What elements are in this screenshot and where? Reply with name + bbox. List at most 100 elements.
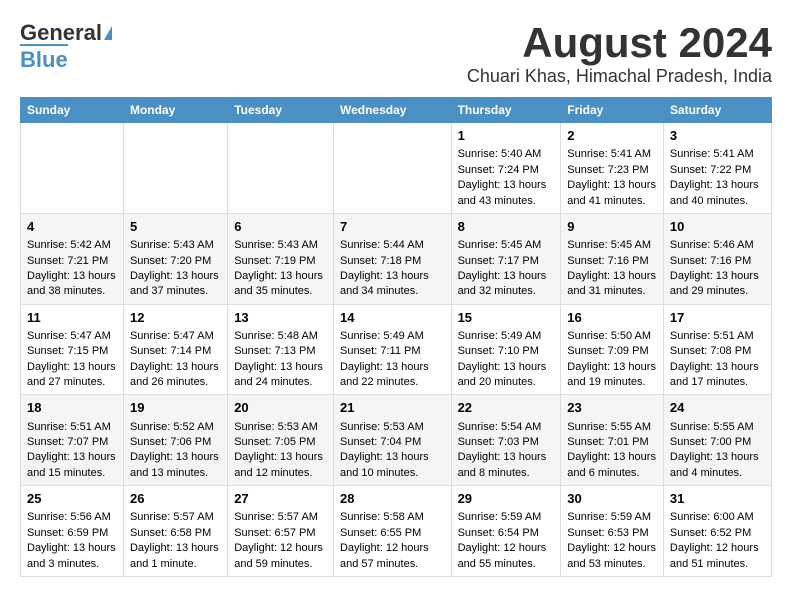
day-info: Sunset: 7:07 PM bbox=[27, 435, 117, 450]
day-number: 29 bbox=[458, 490, 555, 508]
day-info: Sunset: 6:59 PM bbox=[27, 526, 117, 541]
day-info: Sunrise: 5:58 AM bbox=[340, 510, 445, 525]
day-info: Daylight: 13 hours and 41 minutes. bbox=[567, 178, 657, 209]
day-number: 8 bbox=[458, 218, 555, 236]
calendar-cell: 21Sunrise: 5:53 AMSunset: 7:04 PMDayligh… bbox=[333, 395, 451, 486]
day-number: 1 bbox=[458, 127, 555, 145]
day-info: Sunrise: 5:51 AM bbox=[670, 329, 765, 344]
day-info: Sunset: 7:16 PM bbox=[670, 254, 765, 269]
logo-triangle-icon bbox=[104, 26, 112, 40]
day-info: Sunset: 7:18 PM bbox=[340, 254, 445, 269]
day-info: Sunrise: 5:56 AM bbox=[27, 510, 117, 525]
day-info: Daylight: 13 hours and 35 minutes. bbox=[234, 269, 327, 300]
day-info: Sunrise: 5:47 AM bbox=[27, 329, 117, 344]
day-number: 4 bbox=[27, 218, 117, 236]
day-info: Sunset: 7:01 PM bbox=[567, 435, 657, 450]
day-number: 16 bbox=[567, 309, 657, 327]
day-info: Sunrise: 5:49 AM bbox=[458, 329, 555, 344]
day-number: 17 bbox=[670, 309, 765, 327]
day-info: Sunrise: 5:41 AM bbox=[670, 147, 765, 162]
day-number: 11 bbox=[27, 309, 117, 327]
day-info: Daylight: 12 hours and 55 minutes. bbox=[458, 541, 555, 572]
day-info: Sunrise: 5:57 AM bbox=[130, 510, 221, 525]
location-subtitle: Chuari Khas, Himachal Pradesh, India bbox=[467, 66, 772, 87]
day-info: Sunrise: 5:50 AM bbox=[567, 329, 657, 344]
day-info: Daylight: 13 hours and 34 minutes. bbox=[340, 269, 445, 300]
day-info: Sunrise: 5:55 AM bbox=[670, 420, 765, 435]
day-info: Sunset: 6:53 PM bbox=[567, 526, 657, 541]
day-info: Sunset: 7:17 PM bbox=[458, 254, 555, 269]
day-info: Daylight: 13 hours and 4 minutes. bbox=[670, 450, 765, 481]
day-number: 3 bbox=[670, 127, 765, 145]
day-info: Sunrise: 5:59 AM bbox=[567, 510, 657, 525]
day-info: Sunset: 6:55 PM bbox=[340, 526, 445, 541]
day-info: Sunset: 6:54 PM bbox=[458, 526, 555, 541]
day-info: Daylight: 12 hours and 57 minutes. bbox=[340, 541, 445, 572]
day-info: Sunset: 7:20 PM bbox=[130, 254, 221, 269]
day-info: Sunrise: 5:47 AM bbox=[130, 329, 221, 344]
calendar-cell: 8Sunrise: 5:45 AMSunset: 7:17 PMDaylight… bbox=[451, 213, 561, 304]
day-info: Daylight: 13 hours and 43 minutes. bbox=[458, 178, 555, 209]
calendar-cell: 22Sunrise: 5:54 AMSunset: 7:03 PMDayligh… bbox=[451, 395, 561, 486]
col-wednesday: Wednesday bbox=[333, 98, 451, 123]
day-info: Sunset: 6:58 PM bbox=[130, 526, 221, 541]
day-number: 24 bbox=[670, 399, 765, 417]
calendar-cell: 3Sunrise: 5:41 AMSunset: 7:22 PMDaylight… bbox=[663, 123, 771, 214]
day-number: 25 bbox=[27, 490, 117, 508]
calendar-cell: 2Sunrise: 5:41 AMSunset: 7:23 PMDaylight… bbox=[561, 123, 664, 214]
calendar-cell: 26Sunrise: 5:57 AMSunset: 6:58 PMDayligh… bbox=[123, 486, 227, 577]
calendar-cell: 30Sunrise: 5:59 AMSunset: 6:53 PMDayligh… bbox=[561, 486, 664, 577]
calendar-cell: 12Sunrise: 5:47 AMSunset: 7:14 PMDayligh… bbox=[123, 304, 227, 395]
day-info: Sunrise: 5:53 AM bbox=[340, 420, 445, 435]
calendar-cell: 7Sunrise: 5:44 AMSunset: 7:18 PMDaylight… bbox=[333, 213, 451, 304]
day-info: Sunrise: 6:00 AM bbox=[670, 510, 765, 525]
week-row-1: 1Sunrise: 5:40 AMSunset: 7:24 PMDaylight… bbox=[21, 123, 772, 214]
day-number: 22 bbox=[458, 399, 555, 417]
title-block: August 2024 Chuari Khas, Himachal Prades… bbox=[467, 20, 772, 87]
day-info: Sunset: 7:06 PM bbox=[130, 435, 221, 450]
calendar-cell: 18Sunrise: 5:51 AMSunset: 7:07 PMDayligh… bbox=[21, 395, 124, 486]
calendar-table: Sunday Monday Tuesday Wednesday Thursday… bbox=[20, 97, 772, 577]
day-info: Sunset: 7:16 PM bbox=[567, 254, 657, 269]
col-friday: Friday bbox=[561, 98, 664, 123]
calendar-cell bbox=[21, 123, 124, 214]
day-info: Daylight: 13 hours and 27 minutes. bbox=[27, 360, 117, 391]
day-number: 10 bbox=[670, 218, 765, 236]
day-info: Sunset: 7:15 PM bbox=[27, 344, 117, 359]
day-info: Sunrise: 5:46 AM bbox=[670, 238, 765, 253]
day-info: Daylight: 13 hours and 12 minutes. bbox=[234, 450, 327, 481]
calendar-cell: 20Sunrise: 5:53 AMSunset: 7:05 PMDayligh… bbox=[228, 395, 334, 486]
day-number: 9 bbox=[567, 218, 657, 236]
day-number: 28 bbox=[340, 490, 445, 508]
day-info: Sunset: 7:08 PM bbox=[670, 344, 765, 359]
day-info: Sunrise: 5:42 AM bbox=[27, 238, 117, 253]
day-info: Sunset: 7:22 PM bbox=[670, 163, 765, 178]
day-info: Sunrise: 5:40 AM bbox=[458, 147, 555, 162]
calendar-cell: 1 Sunrise: 5:40 AMSunset: 7:24 PMDaylight… bbox=[451, 123, 561, 214]
day-number: 2 bbox=[567, 127, 657, 145]
page-header: General Blue August 2024 Chuari Khas, Hi… bbox=[20, 20, 772, 87]
day-info: Daylight: 13 hours and 20 minutes. bbox=[458, 360, 555, 391]
calendar-cell: 9Sunrise: 5:45 AMSunset: 7:16 PMDaylight… bbox=[561, 213, 664, 304]
calendar-cell: 13Sunrise: 5:48 AMSunset: 7:13 PMDayligh… bbox=[228, 304, 334, 395]
day-info: Daylight: 13 hours and 32 minutes. bbox=[458, 269, 555, 300]
col-tuesday: Tuesday bbox=[228, 98, 334, 123]
day-info: Sunset: 7:21 PM bbox=[27, 254, 117, 269]
day-info: Sunset: 7:09 PM bbox=[567, 344, 657, 359]
day-info: Daylight: 13 hours and 22 minutes. bbox=[340, 360, 445, 391]
calendar-cell bbox=[333, 123, 451, 214]
day-info: Sunset: 7:24 PM bbox=[458, 163, 555, 178]
col-saturday: Saturday bbox=[663, 98, 771, 123]
day-info: Daylight: 13 hours and 3 minutes. bbox=[27, 541, 117, 572]
col-sunday: Sunday bbox=[21, 98, 124, 123]
day-info: Sunrise: 5:55 AM bbox=[567, 420, 657, 435]
calendar-cell: 19Sunrise: 5:52 AMSunset: 7:06 PMDayligh… bbox=[123, 395, 227, 486]
day-info: Sunset: 7:05 PM bbox=[234, 435, 327, 450]
day-info: Daylight: 13 hours and 17 minutes. bbox=[670, 360, 765, 391]
calendar-cell: 15Sunrise: 5:49 AMSunset: 7:10 PMDayligh… bbox=[451, 304, 561, 395]
day-number: 27 bbox=[234, 490, 327, 508]
day-info: Daylight: 13 hours and 37 minutes. bbox=[130, 269, 221, 300]
calendar-header: Sunday Monday Tuesday Wednesday Thursday… bbox=[21, 98, 772, 123]
day-info: Daylight: 12 hours and 53 minutes. bbox=[567, 541, 657, 572]
day-info: Daylight: 13 hours and 8 minutes. bbox=[458, 450, 555, 481]
